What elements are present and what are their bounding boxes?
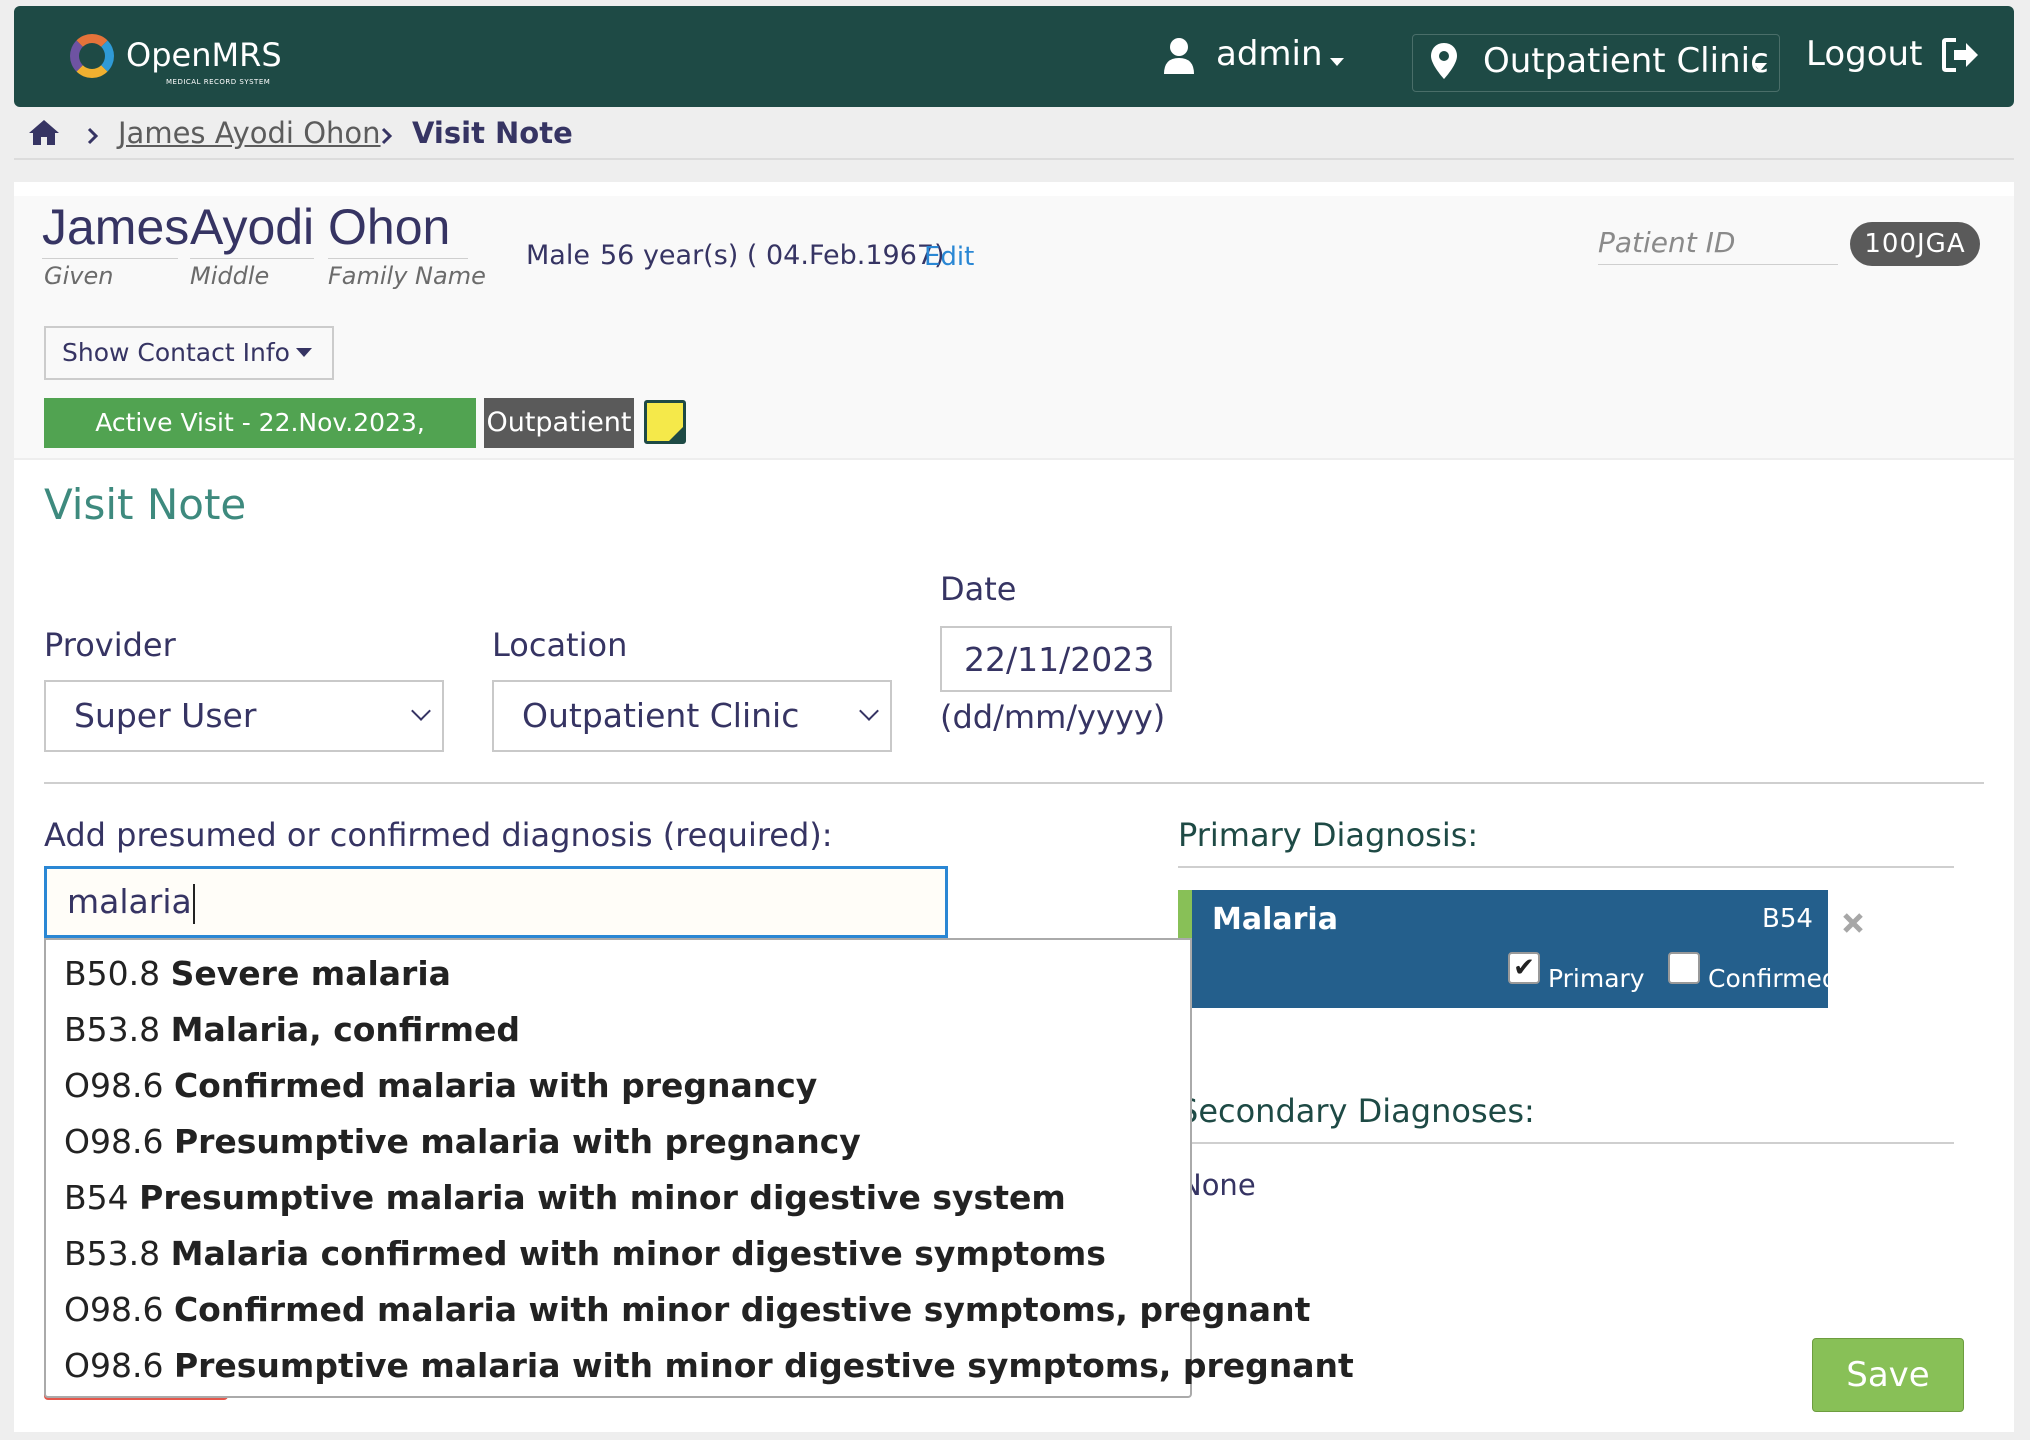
show-contact-info-label: Show Contact Info: [62, 338, 290, 367]
caret-down-icon: [296, 348, 312, 357]
location-selector[interactable]: Outpatient Clinic: [1412, 34, 1780, 92]
visit-note-title: Visit Note: [44, 480, 247, 529]
primary-diagnosis-title: Primary Diagnosis:: [1178, 816, 1479, 854]
remove-diagnosis-icon[interactable]: [1842, 912, 1864, 934]
location-value: Outpatient Clinic: [522, 696, 800, 735]
primary-diagnosis-name: Malaria: [1212, 902, 1338, 937]
suggestion-item[interactable]: O98.6 Confirmed malaria with minor diges…: [64, 1290, 1310, 1329]
chevron-down-icon: [411, 701, 431, 721]
suggestion-item[interactable]: B53.8 Malaria, confirmed: [64, 1010, 520, 1049]
patient-gender: Male: [526, 240, 590, 271]
patient-given-name: James: [42, 199, 190, 255]
date-format-hint: (dd/mm/yyyy): [940, 698, 1166, 736]
user-caret-icon[interactable]: [1330, 58, 1344, 66]
suggestion-code: O98.6: [64, 1066, 164, 1105]
breadcrumb-chevron-icon: [381, 127, 393, 145]
primary-diagnosis-card: Malaria B54 ✔ Primary Confirmed: [1178, 890, 1838, 1008]
suggestion-item[interactable]: O98.6 Presumptive malaria with pregnancy: [64, 1122, 861, 1161]
checkmark-icon: ✔: [1513, 953, 1535, 983]
location-label: Outpatient Clinic: [1483, 41, 1769, 81]
patient-age: 56 year(s) ( 04.Feb.1967): [600, 240, 945, 271]
patient-id-underline: [1598, 264, 1838, 265]
suggestion-code: B53.8: [64, 1234, 161, 1273]
openmrs-logo-icon[interactable]: [70, 34, 114, 78]
logo-subtitle: MEDICAL RECORD SYSTEM: [166, 78, 271, 86]
chevron-down-icon: [859, 701, 879, 721]
suggestion-code: B54: [64, 1178, 129, 1217]
user-menu[interactable]: admin: [1216, 34, 1323, 74]
patient-family-name: Ohon: [328, 199, 451, 255]
provider-label: Provider: [44, 626, 176, 664]
suggestion-item[interactable]: O98.6 Confirmed malaria with pregnancy: [64, 1066, 817, 1105]
date-input[interactable]: 22/11/2023: [940, 626, 1172, 692]
diagnosis-query-text: malaria: [67, 882, 192, 921]
visit-type-badge: Outpatient: [484, 398, 634, 448]
confirmed-checkbox[interactable]: [1668, 952, 1700, 984]
suggestion-name: Presumptive malaria with minor digestive…: [139, 1178, 1066, 1217]
location-caret-icon: [1753, 63, 1767, 71]
suggestion-code: O98.6: [64, 1122, 164, 1161]
text-cursor: [192, 883, 195, 924]
secondary-divider: [1178, 1142, 1954, 1144]
suggestion-name: Malaria, confirmed: [170, 1010, 521, 1049]
date-label: Date: [940, 570, 1017, 608]
breadcrumb-patient-link[interactable]: James Ayodi Ohon: [118, 116, 381, 150]
suggestion-item[interactable]: B54 Presumptive malaria with minor diges…: [64, 1178, 1066, 1217]
diagnosis-search-input[interactable]: malaria: [44, 866, 948, 938]
diagnosis-label: Add presumed or confirmed diagnosis (req…: [44, 816, 833, 854]
given-underline: [42, 258, 178, 259]
suggestion-name: Malaria confirmed with minor digestive s…: [170, 1234, 1106, 1273]
suggestion-name: Presumptive malaria with minor digestive…: [173, 1346, 1354, 1385]
logo-text[interactable]: OpenMRS: [126, 36, 282, 74]
suggestion-name: Presumptive malaria with pregnancy: [173, 1122, 861, 1161]
top-nav-bar: OpenMRS MEDICAL RECORD SYSTEM admin Outp…: [14, 6, 2014, 107]
patient-middle-name: Ayodi: [190, 199, 315, 255]
suggestion-name: Confirmed malaria with minor digestive s…: [173, 1290, 1311, 1329]
breadcrumb-divider: [14, 158, 2014, 160]
middle-underline: [190, 258, 314, 259]
family-label: Family Name: [328, 262, 486, 290]
user-icon: [1164, 38, 1194, 74]
family-underline: [328, 258, 468, 259]
given-label: Given: [44, 262, 114, 290]
provider-select[interactable]: Super User: [44, 680, 444, 752]
confirmed-checkbox-label: Confirmed: [1708, 964, 1838, 993]
primary-divider: [1178, 866, 1954, 868]
secondary-diagnoses-title: Secondary Diagnoses:: [1178, 1092, 1535, 1130]
sticky-note-icon[interactable]: [644, 400, 686, 444]
home-icon[interactable]: [28, 118, 60, 146]
suggestion-item[interactable]: O98.6 Presumptive malaria with minor dig…: [64, 1346, 1354, 1385]
save-button[interactable]: Save: [1812, 1338, 1964, 1412]
edit-patient-link[interactable]: Edit: [924, 242, 974, 272]
breadcrumb-chevron-icon: [87, 127, 99, 145]
diagnosis-autocomplete-list: B50.8 Severe malaria B53.8 Malaria, conf…: [44, 938, 1354, 1398]
patient-id-label: Patient ID: [1598, 226, 1736, 259]
map-marker-icon: [1431, 43, 1457, 79]
logout-icon[interactable]: [1942, 38, 1980, 72]
location-field-label: Location: [492, 626, 628, 664]
suggestion-code: B53.8: [64, 1010, 161, 1049]
provider-value: Super User: [74, 696, 257, 735]
location-select[interactable]: Outpatient Clinic: [492, 680, 892, 752]
suggestion-item[interactable]: B50.8 Severe malaria: [64, 954, 451, 993]
middle-label: Middle: [190, 262, 270, 290]
suggestion-code: O98.6: [64, 1290, 164, 1329]
primary-diagnosis-code: B54: [1762, 904, 1813, 934]
suggestion-name: Severe malaria: [170, 954, 451, 993]
suggestion-item[interactable]: B53.8 Malaria confirmed with minor diges…: [64, 1234, 1106, 1273]
form-divider: [44, 782, 1984, 784]
suggestion-code: B50.8: [64, 954, 161, 993]
primary-checkbox[interactable]: ✔: [1508, 952, 1540, 984]
suggestion-name: Confirmed malaria with pregnancy: [173, 1066, 818, 1105]
show-contact-info-button[interactable]: Show Contact Info: [44, 326, 334, 380]
patient-id-badge: 100JGA: [1850, 222, 1980, 266]
date-value: 22/11/2023: [964, 640, 1155, 679]
suggestion-code: O98.6: [64, 1346, 164, 1385]
active-visit-badge: Active Visit - 22.Nov.2023, 08:36:17: [44, 398, 476, 487]
breadcrumb-current: Visit Note: [412, 116, 573, 150]
logout-link[interactable]: Logout: [1806, 34, 1922, 74]
primary-checkbox-label: Primary: [1548, 964, 1645, 993]
